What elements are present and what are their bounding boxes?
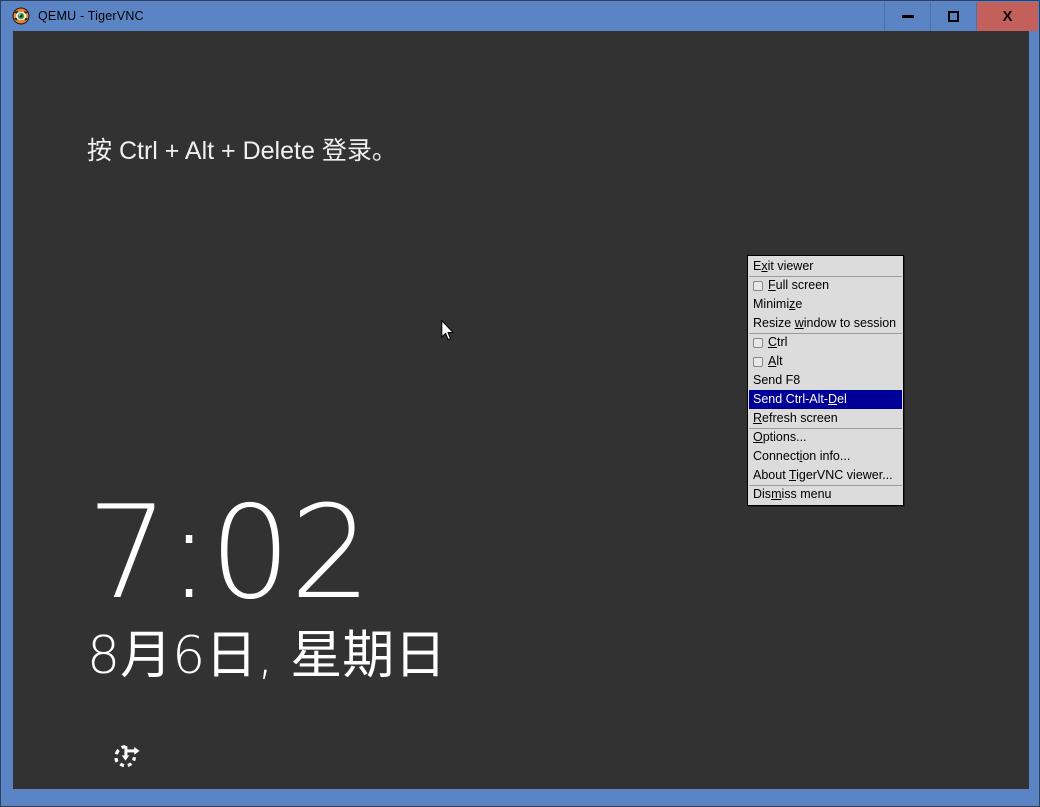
menu-item-options[interactable]: Options... <box>749 428 902 447</box>
checkbox-icon[interactable] <box>753 337 763 348</box>
ease-of-access-icon[interactable] <box>111 741 141 771</box>
clock-date: 8月6日, 星期日 <box>87 626 447 686</box>
menu-item-dismiss-menu[interactable]: Dismiss menu <box>749 485 902 504</box>
menu-item-about-tigervnc-viewer[interactable]: About TigerVNC viewer... <box>749 466 902 485</box>
menu-item-label: Send Ctrl-Alt-Del <box>753 392 847 406</box>
close-icon: X <box>1002 7 1013 25</box>
lock-screen-clock: 7:02 8月6日, 星期日 <box>87 479 447 688</box>
menu-item-exit-viewer[interactable]: Exit viewer <box>749 257 902 276</box>
arrow-cursor <box>441 319 455 342</box>
lock-screen-prompt: 按 Ctrl + Alt + Delete 登录。 <box>87 137 397 165</box>
tigervnc-eye-icon <box>12 7 30 25</box>
menu-item-label: Refresh screen <box>753 411 838 425</box>
menu-item-label: Dismiss menu <box>753 487 832 501</box>
menu-item-resize-window-to-session[interactable]: Resize window to session <box>749 314 902 333</box>
clock-time: 7:02 <box>87 479 371 628</box>
menu-item-label: Ctrl <box>768 335 788 349</box>
menu-item-label: Alt <box>768 354 783 368</box>
maximize-icon <box>948 10 959 22</box>
menu-item-label: Exit viewer <box>753 259 814 273</box>
menu-item-label: Minimize <box>753 297 803 311</box>
menu-item-send-ctrl-alt-del[interactable]: Send Ctrl-Alt-Del <box>749 390 902 409</box>
menu-item-connection-info[interactable]: Connection info... <box>749 447 902 466</box>
maximize-button[interactable] <box>930 1 976 31</box>
vnc-viewer-window: QEMU - TigerVNC X 按 Ctrl + Alt + Delete … <box>0 0 1040 807</box>
menu-item-alt[interactable]: Alt <box>749 352 902 371</box>
menu-item-minimize[interactable]: Minimize <box>749 295 902 314</box>
minimize-button[interactable] <box>884 1 930 31</box>
menu-item-label: Send F8 <box>753 373 801 387</box>
checkbox-icon[interactable] <box>753 280 763 291</box>
close-button[interactable]: X <box>976 1 1038 31</box>
menu-item-label: About TigerVNC viewer... <box>753 468 893 482</box>
menu-item-label: Options... <box>753 430 807 444</box>
viewer-context-menu[interactable]: Exit viewer Full screen Minimize Resize win… <box>747 255 904 506</box>
menu-item-full-screen[interactable]: Full screen <box>749 276 902 295</box>
menu-item-label: Full screen <box>768 278 830 292</box>
checkbox-icon[interactable] <box>753 356 763 367</box>
title-bar: QEMU - TigerVNC X <box>1 1 1039 31</box>
minimize-icon <box>901 14 914 18</box>
menu-item-send-f8[interactable]: Send F8 <box>749 371 902 390</box>
menu-item-label: Connection info... <box>753 449 851 463</box>
window-title: QEMU - TigerVNC <box>38 9 144 23</box>
menu-item-refresh-screen[interactable]: Refresh screen <box>749 409 902 428</box>
menu-item-label: Resize window to session <box>753 316 897 330</box>
menu-item-ctrl[interactable]: Ctrl <box>749 333 902 352</box>
